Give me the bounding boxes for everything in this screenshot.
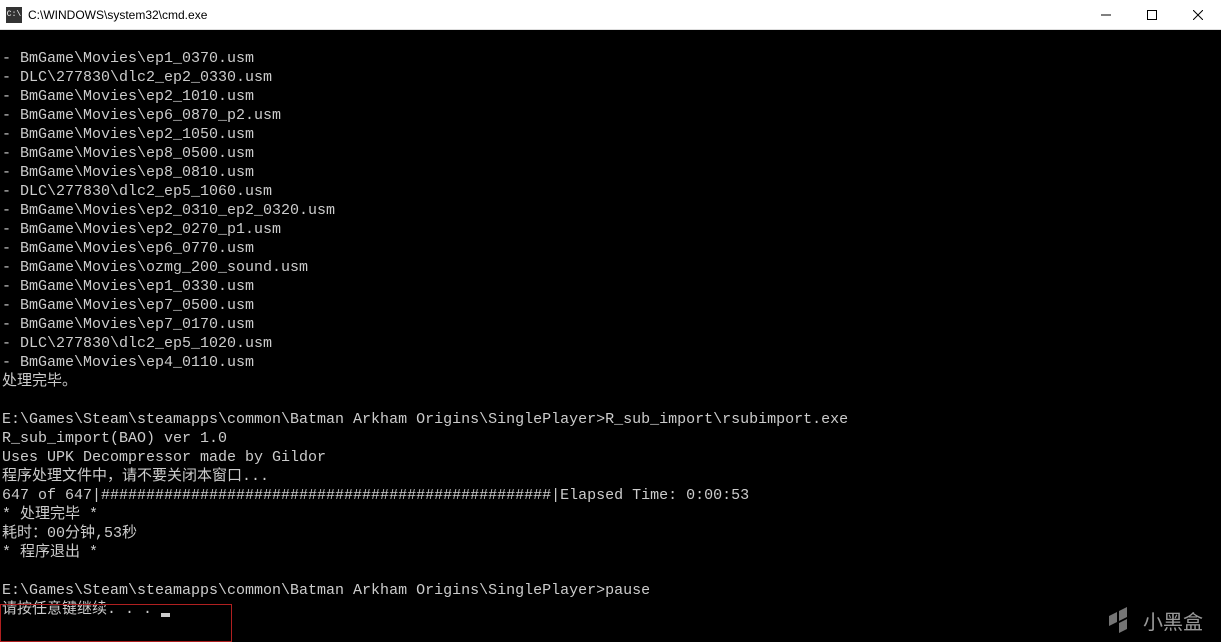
file-line: - BmGame\Movies\ep4_0110.usm [2, 354, 254, 371]
file-line: - BmGame\Movies\ep7_0170.usm [2, 316, 254, 333]
prompt-line: E:\Games\Steam\steamapps\common\Batman A… [2, 411, 848, 428]
file-line: - BmGame\Movies\ep2_1050.usm [2, 126, 254, 143]
watermark-text: 小黑盒 [1143, 606, 1203, 635]
file-line: - BmGame\Movies\ep1_0370.usm [2, 50, 254, 67]
tool-name: R_sub_import(BAO) ver 1.0 [2, 430, 227, 447]
file-line: - DLC\277830\dlc2_ep5_1060.usm [2, 183, 272, 200]
exit-msg: * 程序退出 * [2, 544, 98, 561]
terminal-output[interactable]: - BmGame\Movies\ep1_0370.usm - DLC\27783… [0, 30, 1221, 619]
file-line: - BmGame\Movies\ep1_0330.usm [2, 278, 254, 295]
prompt-line: E:\Games\Steam\steamapps\common\Batman A… [2, 582, 650, 599]
window-title: C:\WINDOWS\system32\cmd.exe [28, 8, 1083, 22]
watermark-icon [1105, 604, 1137, 636]
file-line: - BmGame\Movies\ep6_0870_p2.usm [2, 107, 281, 124]
tool-credit: Uses UPK Decompressor made by Gildor [2, 449, 326, 466]
file-line: - BmGame\Movies\ep8_0810.usm [2, 164, 254, 181]
file-line: - BmGame\Movies\ep8_0500.usm [2, 145, 254, 162]
processing-msg: 程序处理文件中，请不要关闭本窗口... [2, 468, 269, 485]
cursor [161, 613, 170, 617]
window-controls [1083, 0, 1221, 29]
maximize-button[interactable] [1129, 0, 1175, 29]
elapsed-time: 耗时：00分钟,53秒 [2, 525, 137, 542]
watermark: 小黑盒 [1105, 604, 1203, 636]
file-line: - DLC\277830\dlc2_ep2_0330.usm [2, 69, 272, 86]
file-line: - BmGame\Movies\ep2_0310_ep2_0320.usm [2, 202, 335, 219]
progress-bar: 647 of 647|#############################… [2, 487, 749, 504]
window-titlebar: C:\ C:\WINDOWS\system32\cmd.exe [0, 0, 1221, 30]
minimize-button[interactable] [1083, 0, 1129, 29]
press-key-msg: 请按任意键继续. . . [2, 601, 161, 618]
file-line: - BmGame\Movies\ep7_0500.usm [2, 297, 254, 314]
close-button[interactable] [1175, 0, 1221, 29]
file-line: - BmGame\Movies\ep2_1010.usm [2, 88, 254, 105]
cmd-icon: C:\ [6, 7, 22, 23]
file-line: - BmGame\Movies\ozmg_200_sound.usm [2, 259, 308, 276]
file-line: - DLC\277830\dlc2_ep5_1020.usm [2, 335, 272, 352]
file-line: - BmGame\Movies\ep6_0770.usm [2, 240, 254, 257]
status-done: * 处理完毕 * [2, 506, 98, 523]
status-done: 处理完毕。 [2, 373, 77, 390]
file-line: - BmGame\Movies\ep2_0270_p1.usm [2, 221, 281, 238]
